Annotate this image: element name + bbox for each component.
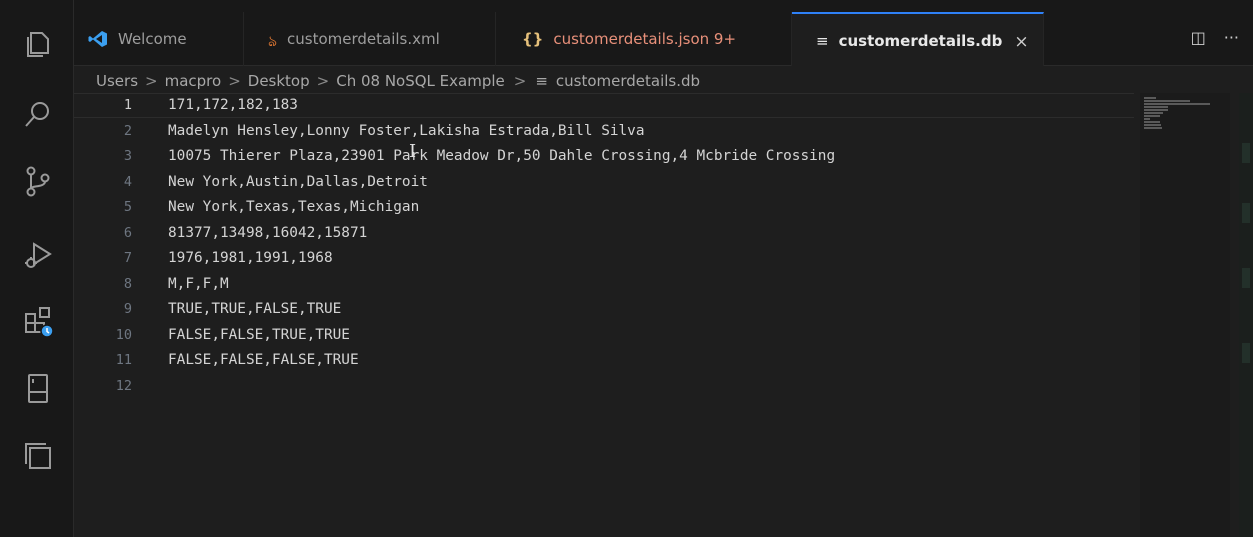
chevron-right-icon: > (513, 72, 527, 90)
run-debug-icon[interactable] (20, 236, 56, 272)
activity-bar (0, 0, 74, 537)
source-control-icon[interactable] (20, 163, 56, 199)
line-text: TRUE,TRUE,FALSE,TRUE (168, 301, 342, 317)
more-actions-icon[interactable]: ··· (1224, 28, 1239, 47)
minimap-line (1144, 115, 1160, 117)
line-text: Madelyn Hensley,Lonny Foster,Lakisha Est… (168, 122, 645, 139)
breadcrumb-file[interactable]: customerdetails.db (556, 72, 700, 90)
line-text: 171,172,182,183 (168, 97, 298, 113)
line-number: 9 (123, 301, 132, 317)
minimap-line (1144, 109, 1168, 111)
breadcrumb-item[interactable]: macpro (165, 72, 222, 90)
close-icon[interactable]: × (1014, 32, 1028, 52)
line-number: 10 (115, 326, 132, 343)
tab-label: customerdetails.db (838, 32, 1003, 50)
file-lines-icon: ≡ (535, 72, 548, 90)
minimap-line (1144, 103, 1210, 105)
overview-mark (1242, 203, 1250, 223)
line-number: 6 (123, 224, 132, 241)
code-editor[interactable]: 1 171,172,182,183 2 Madelyn Hensley,Lonny … (74, 93, 1253, 537)
tab-bar: Welcome ঌ customerdetails.xml {} custome… (74, 0, 1253, 66)
extensions-icon[interactable] (20, 303, 56, 339)
tab-customerdetails-db[interactable]: ≡ customerdetails.db × (792, 12, 1044, 66)
line-text: New York,Austin,Dallas,Detroit (168, 173, 428, 190)
minimap-line (1144, 112, 1163, 114)
minimap-line (1144, 97, 1156, 99)
tab-customerdetails-xml[interactable]: ঌ customerdetails.xml (244, 12, 496, 66)
tab-customerdetails-json[interactable]: {} customerdetails.json 9+ (496, 12, 792, 66)
line-number: 4 (123, 173, 132, 190)
overview-mark (1242, 268, 1250, 288)
line-text: M,F,F,M (168, 275, 229, 292)
breadcrumb-item[interactable]: Ch 08 NoSQL Example (336, 72, 505, 90)
tab-label: Welcome (118, 30, 187, 48)
line-text: 81377,13498,16042,15871 (168, 224, 368, 241)
overview-ruler[interactable] (1239, 93, 1253, 537)
minimap-line (1144, 124, 1161, 126)
line-number: 1 (123, 97, 132, 113)
text-cursor-icon: I (409, 141, 417, 162)
line-text: 10075 Thierer Plaza,23901 Park Meadow Dr… (168, 148, 836, 164)
tab-actions: ◫ ··· (1191, 28, 1239, 47)
line-number: 2 (123, 122, 132, 139)
tab-welcome[interactable]: Welcome (88, 12, 244, 66)
vscode-logo-icon (88, 30, 108, 52)
breadcrumb-item[interactable]: Desktop (248, 72, 310, 90)
line-number: 7 (123, 250, 132, 266)
search-icon[interactable] (20, 96, 56, 132)
line-number: 12 (115, 377, 132, 394)
minimap-line (1144, 121, 1160, 123)
line-number: 5 (123, 199, 132, 215)
chevron-right-icon: > (316, 72, 330, 90)
line-text: 1976,1981,1991,1968 (168, 250, 333, 266)
line-number: 3 (123, 148, 132, 164)
line-number: 8 (123, 275, 132, 292)
minimap-line (1144, 100, 1190, 102)
tab-label: customerdetails.json 9+ (553, 30, 737, 48)
panels-icon[interactable] (20, 437, 56, 473)
line-text: FALSE,FALSE,TRUE,TRUE (168, 326, 350, 343)
tab-label: customerdetails.xml (287, 30, 440, 48)
chevron-right-icon: > (145, 72, 158, 90)
breadcrumb-item[interactable]: Users (96, 72, 138, 90)
line-number: 11 (115, 352, 132, 368)
chevron-right-icon: > (228, 72, 241, 90)
overview-mark (1242, 143, 1250, 163)
line-text: New York,Texas,Texas,Michigan (168, 199, 420, 215)
explorer-icon[interactable] (20, 24, 56, 60)
minimap-line (1144, 127, 1162, 129)
lines-icon: ≡ (816, 32, 829, 50)
minimap[interactable] (1140, 93, 1230, 537)
remote-explorer-icon[interactable] (20, 370, 56, 406)
minimap-line (1144, 106, 1168, 108)
minimap-line (1144, 118, 1150, 120)
split-editor-icon[interactable]: ◫ (1191, 28, 1206, 47)
rss-icon: ঌ (268, 32, 278, 50)
line-text: FALSE,FALSE,FALSE,TRUE (168, 352, 359, 368)
breadcrumb: Users > macpro > Desktop > Ch 08 NoSQL E… (96, 70, 700, 92)
overview-mark (1242, 343, 1250, 363)
braces-icon: {} (522, 30, 544, 48)
